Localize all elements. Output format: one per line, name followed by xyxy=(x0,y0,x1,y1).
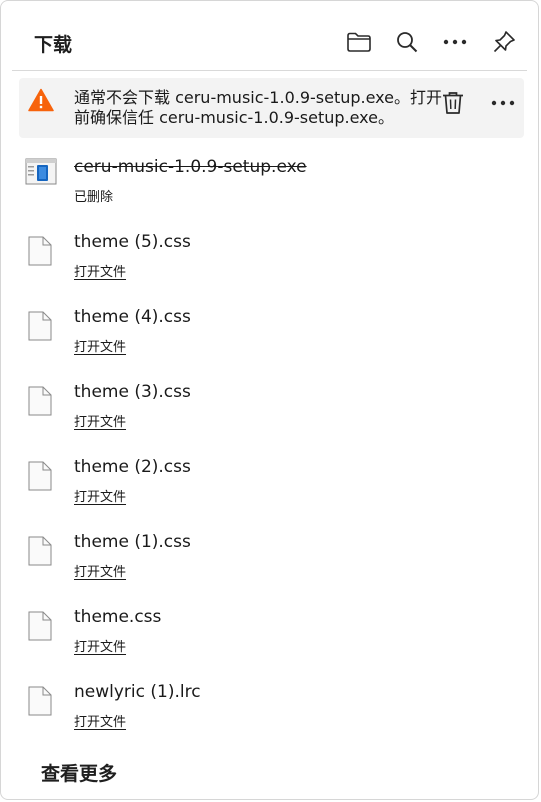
file-icon xyxy=(28,386,52,416)
downloads-header: 下载 xyxy=(1,1,538,71)
file-icon xyxy=(28,686,52,716)
warning-icon xyxy=(28,88,54,112)
warning-line-1: 通常不会下载 ceru-music-1.0.9-setup.exe。打开 xyxy=(74,88,443,107)
file-name[interactable]: theme (2).css xyxy=(74,457,191,477)
download-item[interactable]: theme (5).css 打开文件 xyxy=(1,232,540,292)
download-item[interactable]: theme (4).css 打开文件 xyxy=(1,307,540,367)
download-warning[interactable]: 通常不会下载 ceru-music-1.0.9-setup.exe。打开 前确保… xyxy=(19,78,524,138)
file-icon xyxy=(28,536,52,566)
open-file-link[interactable]: 打开文件 xyxy=(74,561,126,580)
open-file-link[interactable]: 打开文件 xyxy=(74,336,126,355)
search-downloads-button[interactable] xyxy=(392,27,422,57)
download-item[interactable]: theme (2).css 打开文件 xyxy=(1,457,540,517)
download-item[interactable]: theme.css 打开文件 xyxy=(1,607,540,667)
see-more-link[interactable]: 查看更多 xyxy=(41,759,117,786)
file-name[interactable]: theme (1).css xyxy=(74,532,191,552)
file-icon xyxy=(28,461,52,491)
open-file-link[interactable]: 打开文件 xyxy=(74,486,126,505)
warning-line-2: 前确保信任 ceru-music-1.0.9-setup.exe。 xyxy=(74,108,395,127)
installer-icon xyxy=(25,158,57,185)
file-icon xyxy=(28,236,52,266)
warning-message: 通常不会下载 ceru-music-1.0.9-setup.exe。打开 前确保… xyxy=(74,88,444,128)
download-item[interactable]: theme (3).css 打开文件 xyxy=(1,382,540,442)
open-file-link[interactable]: 打开文件 xyxy=(74,411,126,430)
download-item[interactable]: theme (1).css 打开文件 xyxy=(1,532,540,592)
file-status: 已删除 xyxy=(74,190,114,205)
download-item[interactable]: newlyric (1).lrc 打开文件 xyxy=(1,682,540,742)
more-icon xyxy=(443,39,467,45)
pin-icon xyxy=(493,31,515,53)
delete-button[interactable] xyxy=(439,89,467,117)
more-icon xyxy=(491,100,515,106)
file-icon xyxy=(28,311,52,341)
warning-more-button[interactable] xyxy=(489,89,517,117)
file-name[interactable]: theme (5).css xyxy=(74,232,191,252)
trash-icon xyxy=(443,92,463,114)
search-icon xyxy=(397,32,418,53)
file-name[interactable]: theme (4).css xyxy=(74,307,191,327)
file-icon xyxy=(28,611,52,641)
file-name[interactable]: theme (3).css xyxy=(74,382,191,402)
file-name[interactable]: newlyric (1).lrc xyxy=(74,682,201,702)
pin-panel-button[interactable] xyxy=(489,27,519,57)
open-file-link[interactable]: 打开文件 xyxy=(74,636,126,655)
file-name[interactable]: theme.css xyxy=(74,607,161,627)
open-downloads-folder-button[interactable] xyxy=(344,27,374,57)
downloads-panel: 下载 通常不会下载 ceru-music-1.0.9-setup.exe。打开 … xyxy=(0,0,539,800)
open-file-link[interactable]: 打开文件 xyxy=(74,261,126,280)
file-name[interactable]: ceru-music-1.0.9-setup.exe xyxy=(74,157,307,177)
folder-icon xyxy=(347,32,371,52)
panel-title: 下载 xyxy=(34,34,73,56)
more-options-button[interactable] xyxy=(440,27,470,57)
open-file-link[interactable]: 打开文件 xyxy=(74,711,126,730)
header-divider xyxy=(12,70,527,71)
download-item[interactable]: ceru-music-1.0.9-setup.exe 已删除 xyxy=(1,157,540,217)
